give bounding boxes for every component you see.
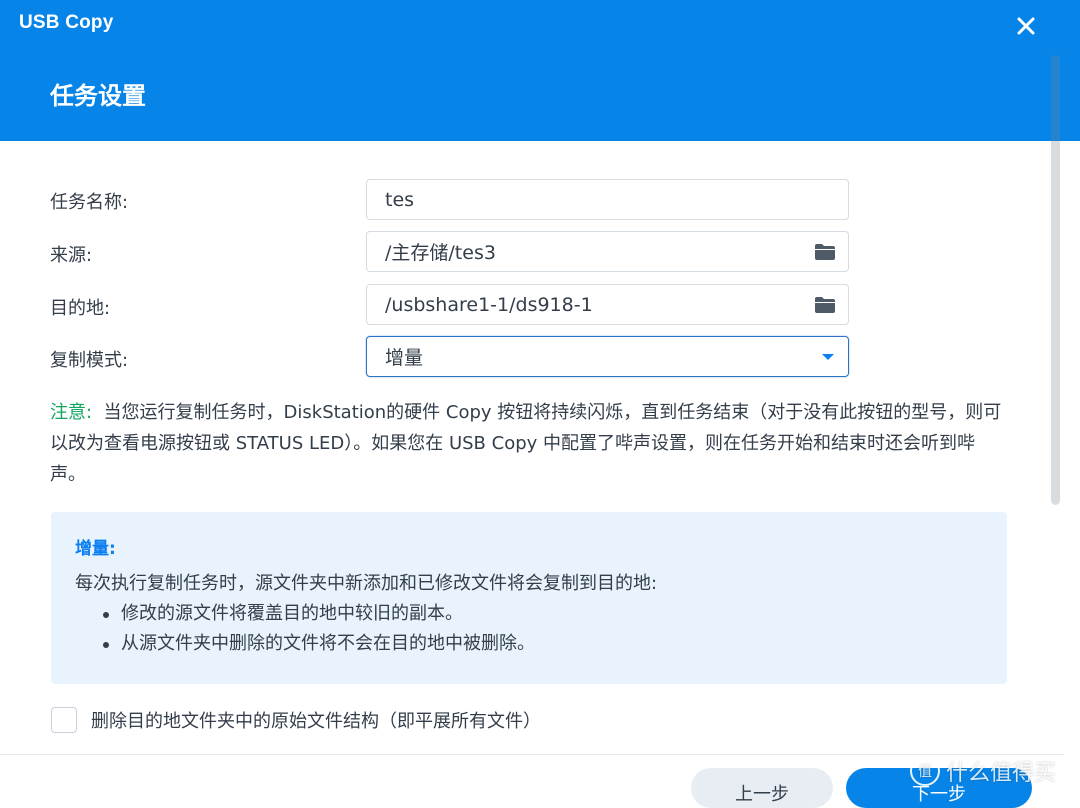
destination-browse-button[interactable] [806, 285, 844, 324]
copy-mode-select[interactable]: 增量 [366, 336, 849, 377]
info-description: 每次执行复制任务时，源文件夹中新添加和已修改文件将会复制到目的地: [75, 573, 658, 594]
close-button[interactable] [1010, 10, 1042, 42]
destination-value: /usbshare1-1/ds918-1 [385, 293, 593, 316]
note-text: 注意: 当您运行复制任务时，DiskStation的硬件 Copy 按钮将持续闪… [50, 397, 1010, 490]
copy-mode-value: 增量 [385, 347, 424, 369]
source-browse-button[interactable] [806, 232, 844, 271]
source-label: 来源: [50, 245, 93, 266]
window-edge [1064, 141, 1080, 799]
previous-button[interactable]: 上一步 [691, 768, 833, 808]
destination-input[interactable]: /usbshare1-1/ds918-1 [366, 284, 849, 325]
note-body: 当您运行复制任务时，DiskStation的硬件 Copy 按钮将持续闪烁，直到… [50, 402, 1002, 485]
dialog-header: USB Copy 任务设置 [0, 0, 1080, 141]
app-title: USB Copy [19, 12, 114, 33]
incremental-info-box: 增量: 每次执行复制任务时，源文件夹中新添加和已修改文件将会复制到目的地: 修改… [51, 512, 1007, 684]
watermark-logo-icon: 值 [910, 756, 940, 786]
copy-mode-label: 复制模式: [50, 350, 129, 371]
flatten-checkbox[interactable] [51, 707, 77, 733]
folder-icon [815, 296, 835, 313]
task-name-input[interactable]: tes [366, 179, 849, 220]
footer-divider [0, 754, 1064, 755]
watermark-text: 什么值得买 [946, 761, 1057, 786]
flatten-option[interactable]: 删除目的地文件夹中的原始文件结构（即平展所有文件） [51, 707, 541, 733]
info-list: 修改的源文件将覆盖目的地中较旧的副本。 从源文件夹中删除的文件将不会在目的地中被… [75, 599, 983, 659]
flatten-checkbox-label[interactable]: 删除目的地文件夹中的原始文件结构（即平展所有文件） [91, 707, 541, 733]
folder-icon [815, 243, 835, 260]
page-title: 任务设置 [50, 82, 146, 110]
source-value: /主存储/tes3 [385, 242, 496, 264]
source-input[interactable]: /主存储/tes3 [366, 231, 849, 272]
watermark: 值 什么值得买 [910, 755, 1056, 787]
close-icon [1017, 17, 1035, 35]
task-name-value: tes [385, 188, 415, 211]
destination-label: 目的地: [50, 298, 111, 319]
task-name-label: 任务名称: [50, 192, 129, 213]
info-title: 增量: [75, 539, 116, 559]
caret-down-icon [822, 353, 834, 360]
list-item: 修改的源文件将覆盖目的地中较旧的副本。 [103, 599, 983, 629]
list-item: 从源文件夹中删除的文件将不会在目的地中被删除。 [103, 629, 983, 659]
scrollbar-thumb[interactable] [1051, 55, 1060, 505]
note-label: 注意: [50, 402, 93, 423]
dropdown-toggle[interactable] [808, 337, 848, 376]
